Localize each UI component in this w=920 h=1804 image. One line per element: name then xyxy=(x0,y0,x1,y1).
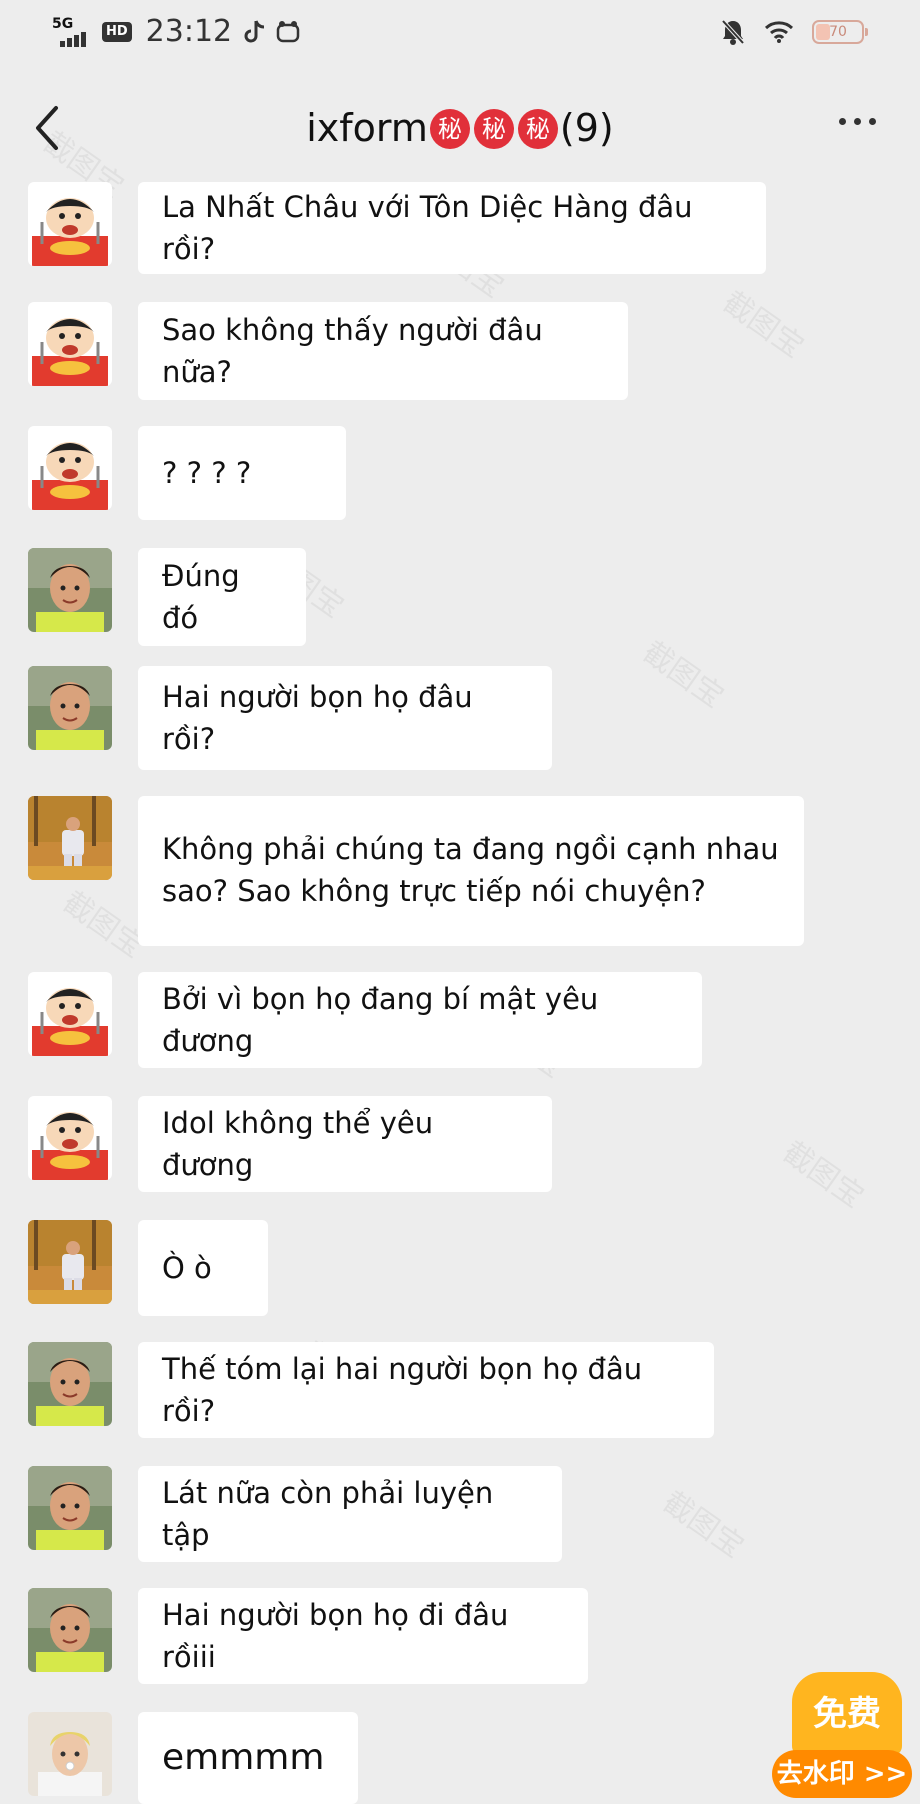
message-row: Không phải chúng ta đang ngồi cạnh nhau … xyxy=(0,796,920,946)
remove-watermark-promo[interactable]: 免费 去水印 >> xyxy=(772,1672,912,1798)
message-row: Hai người bọn họ đâu rồi? xyxy=(0,666,920,770)
message-row: ? ? ? ? xyxy=(0,426,920,520)
secret-badge: 秘 xyxy=(429,109,470,149)
message-bubble[interactable]: Thế tóm lại hai người bọn họ đâu rồi? xyxy=(138,1342,714,1438)
hd-badge: HD xyxy=(102,22,132,42)
message-bubble[interactable]: Idol không thể yêu đương xyxy=(138,1096,552,1192)
message-bubble[interactable]: Đúng đó xyxy=(138,548,306,646)
message-bubble[interactable]: Không phải chúng ta đang ngồi cạnh nhau … xyxy=(138,796,804,946)
message-bubble[interactable]: La Nhất Châu với Tôn Diệc Hàng đâu rồi? xyxy=(138,182,766,274)
battery-level: 70 xyxy=(829,24,847,40)
message-row: Lát nữa còn phải luyện tập xyxy=(0,1466,920,1562)
member-count: (9) xyxy=(559,106,614,150)
clock: 23:12 xyxy=(145,14,233,49)
avatar[interactable] xyxy=(28,666,112,750)
avatar[interactable] xyxy=(28,182,112,266)
chat-header: ixform 秘秘秘 (9) xyxy=(0,80,920,176)
message-bubble[interactable]: emmmm xyxy=(138,1712,358,1804)
more-options-icon[interactable] xyxy=(839,118,876,125)
mute-bell-icon xyxy=(721,19,745,45)
message-bubble[interactable]: Lát nữa còn phải luyện tập xyxy=(138,1466,562,1562)
status-bar: 5G HD 23:12 70 xyxy=(0,0,920,70)
avatar[interactable] xyxy=(28,1096,112,1180)
message-bubble[interactable]: Hai người bọn họ đâu rồi? xyxy=(138,666,552,770)
secret-badge: 秘 xyxy=(517,109,558,149)
chat-title: ixform 秘秘秘 (9) xyxy=(0,102,920,154)
message-bubble[interactable]: Sao không thấy người đâu nữa? xyxy=(138,302,628,400)
message-bubble[interactable]: ? ? ? ? xyxy=(138,426,346,520)
message-row: Idol không thể yêu đương xyxy=(0,1096,920,1192)
message-row: Bởi vì bọn họ đang bí mật yêu đương xyxy=(0,972,920,1068)
avatar[interactable] xyxy=(28,1342,112,1426)
tiktok-icon xyxy=(244,20,265,43)
avatar[interactable] xyxy=(28,1712,112,1796)
message-row: Thế tóm lại hai người bọn họ đâu rồi? xyxy=(0,1342,920,1438)
battery-icon: 70 xyxy=(812,20,868,44)
promo-free-label: 免费 xyxy=(792,1672,902,1756)
group-name: ixform xyxy=(306,106,428,150)
wifi-icon xyxy=(764,21,794,43)
message-row: Đúng đó xyxy=(0,548,920,646)
promo-remove-watermark-label: 去水印 >> xyxy=(772,1750,912,1798)
message-row: Sao không thấy người đâu nữa? xyxy=(0,302,920,400)
avatar[interactable] xyxy=(28,1588,112,1672)
avatar[interactable] xyxy=(28,302,112,386)
message-row: Hai người bọn họ đi đâu rồiii xyxy=(0,1588,920,1684)
message-row: Ò ò xyxy=(0,1220,920,1316)
avatar[interactable] xyxy=(28,796,112,880)
message-bubble[interactable]: Ò ò xyxy=(138,1220,268,1316)
secret-badge: 秘 xyxy=(473,109,514,149)
avatar[interactable] xyxy=(28,1220,112,1304)
avatar[interactable] xyxy=(28,1466,112,1550)
message-bubble[interactable]: Hai người bọn họ đi đâu rồiii xyxy=(138,1588,588,1684)
avatar[interactable] xyxy=(28,972,112,1056)
message-bubble[interactable]: Bởi vì bọn họ đang bí mật yêu đương xyxy=(138,972,702,1068)
avatar[interactable] xyxy=(28,426,112,510)
avatar[interactable] xyxy=(28,548,112,632)
app-notification-icon xyxy=(276,21,300,43)
message-row: La Nhất Châu với Tôn Diệc Hàng đâu rồi? xyxy=(0,182,920,274)
signal-icon: 5G xyxy=(52,17,92,47)
